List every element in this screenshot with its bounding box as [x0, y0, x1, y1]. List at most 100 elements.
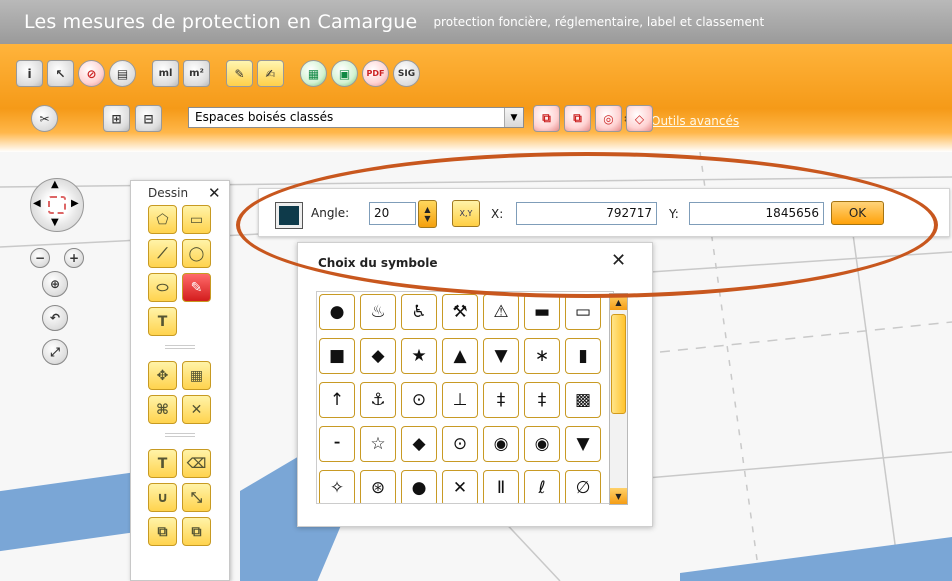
symbol-cell[interactable]: ▼: [483, 338, 519, 374]
eraser-icon[interactable]: ⌫: [182, 449, 211, 478]
measure-length-icon[interactable]: ml: [152, 60, 179, 87]
symbol-cell[interactable]: ◉: [524, 426, 560, 462]
symbol-cell[interactable]: ♨: [360, 294, 396, 330]
symbol-cell[interactable]: ⊛: [360, 470, 396, 503]
symbol-cell[interactable]: ▮: [565, 338, 601, 374]
symbol-cell[interactable]: Ⅱ: [483, 470, 519, 503]
draw-line-icon[interactable]: ⟋: [148, 239, 177, 268]
symbol-cell[interactable]: ⊥: [442, 382, 478, 418]
sig-icon[interactable]: SIG: [393, 60, 420, 87]
ok-button[interactable]: OK: [831, 201, 884, 225]
symbol-cell[interactable]: ▼: [565, 426, 601, 462]
edit-red-2-icon[interactable]: ⧉: [564, 105, 591, 132]
symbol-cell[interactable]: ▲: [442, 338, 478, 374]
full-extent-icon[interactable]: ⤢: [42, 339, 68, 365]
arrow-left-icon[interactable]: ◀: [33, 198, 41, 209]
symbol-cell[interactable]: ✧: [319, 470, 355, 503]
export-icon[interactable]: ▤: [109, 60, 136, 87]
symbol-cell[interactable]: ‡: [483, 382, 519, 418]
symbol-cell[interactable]: ●: [319, 294, 355, 330]
symbol-cell[interactable]: ▬: [524, 294, 560, 330]
zoom-box-icon[interactable]: ⊕: [42, 271, 68, 297]
symbol-cell[interactable]: ↑: [319, 382, 355, 418]
symbol-cell[interactable]: ◉: [483, 426, 519, 462]
symbol-cell[interactable]: ■: [319, 338, 355, 374]
symbol-cell[interactable]: ☆: [360, 426, 396, 462]
back-icon[interactable]: ↶: [42, 305, 68, 331]
angle-input[interactable]: 20: [369, 202, 416, 225]
resize-icon[interactable]: ⤡: [182, 483, 211, 512]
arrow-down-icon[interactable]: ▼: [51, 217, 59, 228]
stepper-up-icon[interactable]: ▲: [424, 205, 430, 214]
pointer-icon[interactable]: ↖: [47, 60, 74, 87]
symbol-cell[interactable]: ●: [401, 470, 437, 503]
symbol-cell[interactable]: ⊙: [401, 382, 437, 418]
scrollbar[interactable]: ▲ ▼: [609, 293, 628, 505]
symbol-cell[interactable]: ◆: [401, 426, 437, 462]
chevron-down-icon[interactable]: ▼: [504, 108, 523, 127]
color-palette-icon[interactable]: ▦: [182, 361, 211, 390]
arrow-up-icon[interactable]: ▲: [51, 179, 59, 190]
edit-red-1-icon[interactable]: ⧉: [533, 105, 560, 132]
scroll-thumb[interactable]: [611, 314, 626, 414]
curve-icon[interactable]: ∪: [148, 483, 177, 512]
zoom-in-button[interactable]: +: [64, 248, 84, 268]
scroll-down-icon[interactable]: ▼: [610, 488, 627, 504]
move-icon[interactable]: ✥: [148, 361, 177, 390]
symbol-cell[interactable]: ⚠: [483, 294, 519, 330]
edit-text-icon[interactable]: T: [148, 449, 177, 478]
info-icon[interactable]: i: [16, 60, 43, 87]
symbol-cell[interactable]: ∅: [565, 470, 601, 503]
draw-circle-icon[interactable]: ◯: [182, 239, 211, 268]
draw-polygon-icon[interactable]: ⬠: [148, 205, 177, 234]
symbol-cell[interactable]: ℓ: [524, 470, 560, 503]
bring-front-icon[interactable]: ⧉: [148, 517, 177, 546]
cut-icon[interactable]: ✂: [31, 105, 58, 132]
edit-shape-icon[interactable]: ⌘: [148, 395, 177, 424]
symbol-cell[interactable]: ⊙: [442, 426, 478, 462]
pan-control[interactable]: ▲ ▼ ◀ ▶: [30, 178, 84, 232]
symbol-cell[interactable]: ⚒: [442, 294, 478, 330]
symbol-cell[interactable]: ✕: [442, 470, 478, 503]
export-pdf-icon[interactable]: PDF: [362, 60, 389, 87]
measure-area-icon[interactable]: m²: [183, 60, 210, 87]
draw-pencil-icon[interactable]: ✎: [226, 60, 253, 87]
symbol-cell[interactable]: ♿: [401, 294, 437, 330]
no-entry-icon[interactable]: ⊘: [78, 60, 105, 87]
color-swatch[interactable]: [275, 202, 303, 229]
symbol-cell[interactable]: ▩: [565, 382, 601, 418]
delete-shape-icon[interactable]: ✕: [182, 395, 211, 424]
advanced-tools-link[interactable]: Outils avancés: [651, 114, 739, 128]
draw-rectangle-icon[interactable]: ▭: [182, 205, 211, 234]
symbol-cell[interactable]: ▭: [565, 294, 601, 330]
export-map-icon[interactable]: ▣: [331, 60, 358, 87]
symbol-cell[interactable]: ★: [401, 338, 437, 374]
scroll-up-icon[interactable]: ▲: [610, 294, 627, 310]
annotate-icon[interactable]: ✍: [257, 60, 284, 87]
x-coordinate-input[interactable]: 792717: [516, 202, 657, 225]
xy-button[interactable]: X,Y: [452, 200, 480, 227]
text-tool-icon[interactable]: T: [148, 307, 177, 336]
edit-red-3-icon[interactable]: ◎: [595, 105, 622, 132]
send-back-icon[interactable]: ⧉: [182, 517, 211, 546]
symbol-cell[interactable]: ◆: [360, 338, 396, 374]
symbol-cell[interactable]: ⚓: [360, 382, 396, 418]
close-icon[interactable]: ✕: [208, 184, 221, 202]
add-layer-icon[interactable]: ⊞: [103, 105, 130, 132]
symbol-cell[interactable]: ⁃: [319, 426, 355, 462]
remove-layer-icon[interactable]: ⊟: [135, 105, 162, 132]
zoom-out-button[interactable]: −: [30, 248, 50, 268]
layer-select[interactable]: Espaces boisés classés ▼: [188, 107, 524, 128]
draw-ellipse-icon[interactable]: ⬭: [148, 273, 177, 302]
symbol-cell[interactable]: ∗: [524, 338, 560, 374]
arrow-right-icon[interactable]: ▶: [71, 198, 79, 209]
stepper-down-icon[interactable]: ▼: [424, 214, 430, 223]
center-icon[interactable]: [48, 196, 66, 214]
export-excel-icon[interactable]: ▦: [300, 60, 327, 87]
edit-red-4-icon[interactable]: ◇: [626, 105, 653, 132]
angle-stepper[interactable]: ▲ ▼: [418, 200, 437, 228]
y-coordinate-input[interactable]: 1845656: [689, 202, 824, 225]
close-icon[interactable]: ✕: [611, 250, 626, 271]
draw-freehand-icon[interactable]: ✎: [182, 273, 211, 302]
symbol-cell[interactable]: ‡: [524, 382, 560, 418]
